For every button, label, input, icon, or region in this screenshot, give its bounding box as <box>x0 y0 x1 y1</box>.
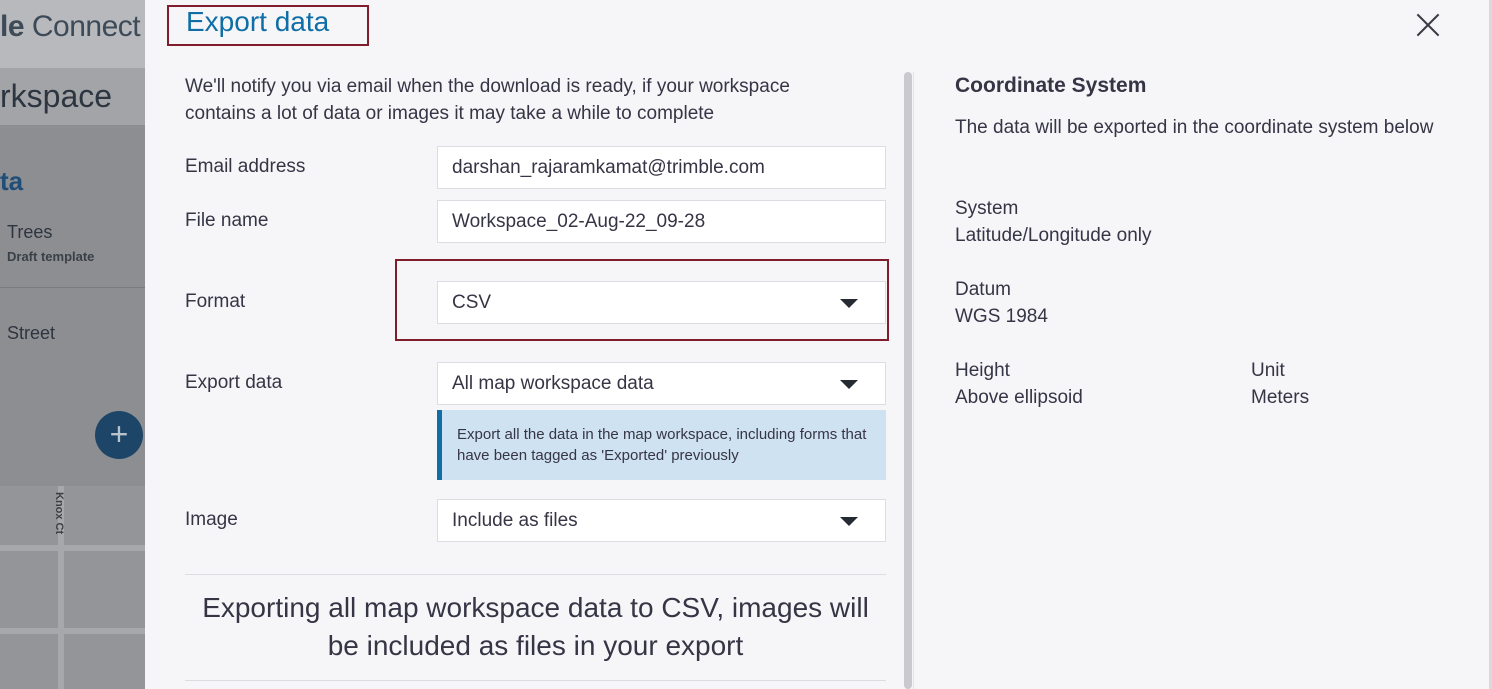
format-label: Format <box>185 291 246 312</box>
scrollbar[interactable] <box>904 72 912 689</box>
data-heading: ta <box>0 166 24 196</box>
background-app: le Connect rkspace ta Trees Draft templa… <box>0 0 145 689</box>
app-brand-rest: Connect <box>24 10 141 43</box>
map-road <box>0 545 145 551</box>
email-label: Email address <box>185 156 306 177</box>
coordinate-system-description: The data will be exported in the coordin… <box>955 117 1434 138</box>
export-dialog: Export data We'll notify you via email w… <box>145 0 1492 689</box>
file-name-field[interactable]: Workspace_02-Aug-22_09-28 <box>437 200 886 243</box>
unit-label: Unit <box>1251 360 1285 381</box>
export-data-info: Export all the data in the map workspace… <box>437 410 886 480</box>
coordinate-system-title: Coordinate System <box>955 74 1147 97</box>
datum-label: Datum <box>955 279 1011 300</box>
divider <box>185 574 886 575</box>
export-data-value: All map workspace data <box>452 373 654 394</box>
map-road <box>0 628 145 634</box>
list-divider <box>0 287 145 288</box>
image-value: Include as files <box>452 510 578 531</box>
system-label: System <box>955 198 1019 219</box>
caret-down-icon <box>840 380 858 389</box>
datum-value: WGS 1984 <box>955 306 1048 327</box>
image-label: Image <box>185 509 238 530</box>
export-data-label: Export data <box>185 372 283 393</box>
system-value: Latitude/Longitude only <box>955 225 1152 246</box>
map-street-label: Knox Ct <box>53 492 65 535</box>
format-value: CSV <box>452 292 492 313</box>
file-name-label: File name <box>185 210 269 231</box>
template-item-title[interactable]: Street <box>7 323 55 344</box>
unit-value: Meters <box>1251 387 1310 408</box>
intro-text: We'll notify you via email when the down… <box>185 76 790 124</box>
image-select[interactable]: Include as files <box>437 499 886 542</box>
dialog-title: Export data <box>186 6 330 37</box>
export-data-select[interactable]: All map workspace data <box>437 362 886 405</box>
format-select[interactable]: CSV <box>437 281 886 324</box>
height-label: Height <box>955 360 1010 381</box>
template-item-status: Draft template <box>7 249 95 264</box>
app-brand: le Connect <box>0 10 141 44</box>
map-view <box>0 486 145 689</box>
export-summary: Exporting all map workspace data to CSV,… <box>202 592 869 661</box>
workspace-title: rkspace <box>0 78 113 114</box>
caret-down-icon <box>840 517 858 526</box>
panel-divider <box>913 72 914 689</box>
height-value: Above ellipsoid <box>955 387 1083 408</box>
close-icon[interactable] <box>1415 12 1441 38</box>
divider <box>185 680 886 681</box>
template-item-title[interactable]: Trees <box>7 222 52 243</box>
app-brand-bold: le <box>0 10 25 43</box>
caret-down-icon <box>840 299 858 308</box>
add-button[interactable]: + <box>95 411 143 459</box>
email-field[interactable]: darshan_rajaramkamat@trimble.com <box>437 146 886 189</box>
